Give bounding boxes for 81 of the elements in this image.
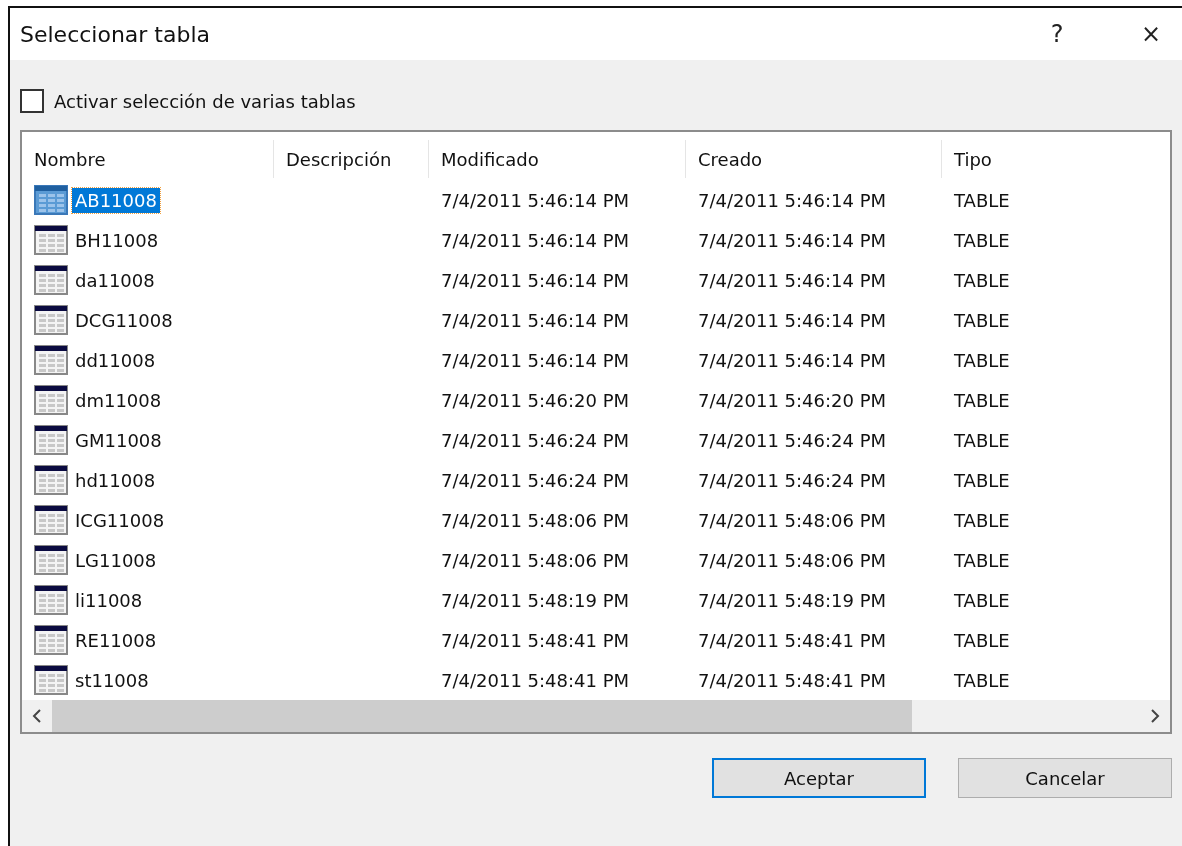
type-cell-text: TABLE <box>953 229 1011 251</box>
table-name[interactable]: LG11008 <box>72 547 160 573</box>
column-header[interactable]: Descripción <box>274 140 429 179</box>
modified-cell-text: 7/4/2011 5:46:24 PM <box>440 429 631 451</box>
table-name[interactable]: dd11008 <box>72 347 159 373</box>
scroll-left-icon[interactable] <box>32 708 42 725</box>
created-cell-text: 7/4/2011 5:48:41 PM <box>697 629 888 651</box>
table-icon <box>34 185 68 216</box>
modified-cell-text: 7/4/2011 5:46:20 PM <box>440 389 631 411</box>
table-icon <box>34 585 68 616</box>
close-button[interactable]: × <box>1122 12 1180 56</box>
created-cell-text: 7/4/2011 5:46:14 PM <box>697 269 888 291</box>
table-icon <box>34 385 68 416</box>
table-name[interactable]: GM11008 <box>72 427 165 453</box>
created-cell-text: 7/4/2011 5:46:14 PM <box>697 229 888 251</box>
table-icon <box>34 545 68 576</box>
type-cell-text: TABLE <box>953 549 1011 571</box>
cancel-button[interactable]: Cancelar <box>958 758 1172 798</box>
table-icon <box>34 225 68 256</box>
created-cell-text: 7/4/2011 5:48:19 PM <box>697 589 888 611</box>
help-button[interactable]: ? <box>1028 12 1086 56</box>
created-cell-text: 7/4/2011 5:46:14 PM <box>697 309 888 331</box>
checkbox[interactable] <box>20 89 44 113</box>
column-header[interactable]: Modificado <box>429 140 686 179</box>
type-cell-text: TABLE <box>953 669 1011 691</box>
table-name[interactable]: st11008 <box>72 667 152 693</box>
created-cell-text: 7/4/2011 5:48:41 PM <box>697 669 888 691</box>
table-name[interactable]: hd11008 <box>72 467 159 493</box>
modified-cell-text: 7/4/2011 5:46:14 PM <box>440 269 631 291</box>
ok-button[interactable]: Aceptar <box>712 758 926 798</box>
table-name[interactable]: DCG11008 <box>72 307 176 333</box>
created-cell-text: 7/4/2011 5:46:14 PM <box>697 349 888 371</box>
modified-cell-text: 7/4/2011 5:48:06 PM <box>440 549 631 571</box>
type-cell-text: TABLE <box>953 509 1011 531</box>
table-name[interactable]: BH11008 <box>72 227 162 253</box>
column-header[interactable]: Tipo <box>942 140 1170 179</box>
table-name[interactable]: da11008 <box>72 267 158 293</box>
horizontal-scrollbar[interactable] <box>22 700 1170 732</box>
table-icon <box>34 625 68 656</box>
created-cell-text: 7/4/2011 5:48:06 PM <box>697 549 888 571</box>
type-cell-text: TABLE <box>953 309 1011 331</box>
type-cell-text: TABLE <box>953 589 1011 611</box>
table-name[interactable]: AB11008 <box>72 187 160 213</box>
modified-cell-text: 7/4/2011 5:48:06 PM <box>440 509 631 531</box>
created-cell-text: 7/4/2011 5:46:24 PM <box>697 469 888 491</box>
created-cell-text: 7/4/2011 5:46:14 PM <box>697 189 888 211</box>
type-cell-text: TABLE <box>953 429 1011 451</box>
table-icon <box>34 345 68 376</box>
created-cell-text: 7/4/2011 5:48:06 PM <box>697 509 888 531</box>
modified-cell-text: 7/4/2011 5:46:24 PM <box>440 469 631 491</box>
type-cell-text: TABLE <box>953 349 1011 371</box>
table-icon <box>34 265 68 296</box>
modified-cell-text: 7/4/2011 5:48:41 PM <box>440 629 631 651</box>
scroll-right-icon[interactable] <box>1150 708 1160 725</box>
modified-cell-text: 7/4/2011 5:46:14 PM <box>440 349 631 371</box>
table-name[interactable]: dm11008 <box>72 387 165 413</box>
modified-cell-text: 7/4/2011 5:46:14 PM <box>440 189 631 211</box>
modified-cell-text: 7/4/2011 5:48:19 PM <box>440 589 631 611</box>
type-cell-text: TABLE <box>953 629 1011 651</box>
checkbox-label: Activar selección de varias tablas <box>54 90 356 112</box>
created-cell-text: 7/4/2011 5:46:24 PM <box>697 429 888 451</box>
table-name[interactable]: ICG11008 <box>72 507 168 533</box>
modified-cell-text: 7/4/2011 5:48:41 PM <box>440 669 631 691</box>
table-icon <box>34 465 68 496</box>
column-header[interactable]: Nombre <box>22 140 274 179</box>
column-header[interactable]: Creado <box>686 140 942 179</box>
type-cell-text: TABLE <box>953 389 1011 411</box>
table-icon <box>34 665 68 696</box>
window-title: Seleccionar tabla <box>20 21 212 47</box>
type-cell-text: TABLE <box>953 469 1011 491</box>
scrollbar-thumb[interactable] <box>52 700 912 732</box>
modified-cell-text: 7/4/2011 5:46:14 PM <box>440 309 631 331</box>
table-icon <box>34 425 68 456</box>
table-name[interactable]: li11008 <box>72 587 146 613</box>
table-icon <box>34 305 68 336</box>
type-cell-text: TABLE <box>953 269 1011 291</box>
modified-cell-text: 7/4/2011 5:46:14 PM <box>440 229 631 251</box>
created-cell-text: 7/4/2011 5:46:20 PM <box>697 389 888 411</box>
table-name[interactable]: RE11008 <box>72 627 160 653</box>
table-icon <box>34 505 68 536</box>
type-cell-text: TABLE <box>953 189 1011 211</box>
